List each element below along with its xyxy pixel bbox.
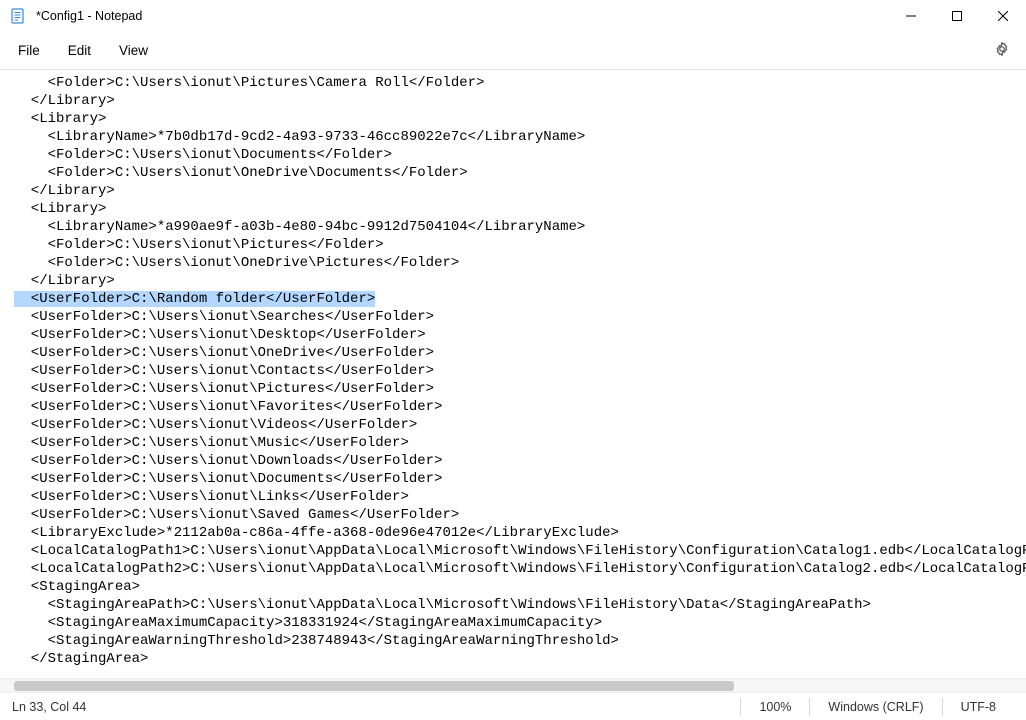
status-zoom[interactable]: 100% bbox=[740, 698, 809, 716]
editor-line[interactable]: <Folder>C:\Users\ionut\Documents</Folder… bbox=[14, 146, 1026, 164]
editor-line[interactable]: <StagingAreaMaximumCapacity>318331924</S… bbox=[14, 614, 1026, 632]
gear-icon bbox=[994, 41, 1010, 57]
editor-line[interactable]: </Library> bbox=[14, 272, 1026, 290]
editor-line[interactable]: <UserFolder>C:\Users\ionut\Documents</Us… bbox=[14, 470, 1026, 488]
editor-line[interactable]: <UserFolder>C:\Users\ionut\Pictures</Use… bbox=[14, 380, 1026, 398]
editor-line[interactable]: <StagingAreaWarningThreshold>238748943</… bbox=[14, 632, 1026, 650]
editor-line[interactable]: <UserFolder>C:\Users\ionut\Links</UserFo… bbox=[14, 488, 1026, 506]
editor-line[interactable]: <UserFolder>C:\Users\ionut\Contacts</Use… bbox=[14, 362, 1026, 380]
editor-line[interactable]: <UserFolder>C:\Random folder</UserFolder… bbox=[14, 290, 1026, 308]
editor-area[interactable]: <Folder>C:\Users\ionut\Pictures\Camera R… bbox=[0, 70, 1026, 678]
title-bar: *Config1 - Notepad bbox=[0, 0, 1026, 32]
editor-line[interactable]: <StagingAreaPath>C:\Users\ionut\AppData\… bbox=[14, 596, 1026, 614]
status-line-ending: Windows (CRLF) bbox=[809, 698, 941, 716]
maximize-button[interactable] bbox=[934, 0, 980, 32]
menu-edit[interactable]: Edit bbox=[54, 37, 105, 64]
editor-line[interactable]: <StagingArea> bbox=[14, 578, 1026, 596]
text-editor[interactable]: <Folder>C:\Users\ionut\Pictures\Camera R… bbox=[0, 70, 1026, 678]
menu-view[interactable]: View bbox=[105, 37, 162, 64]
editor-line[interactable]: <UserFolder>C:\Users\ionut\OneDrive</Use… bbox=[14, 344, 1026, 362]
editor-line[interactable]: <Folder>C:\Users\ionut\Pictures</Folder> bbox=[14, 236, 1026, 254]
editor-line[interactable]: <UserFolder>C:\Users\ionut\Saved Games</… bbox=[14, 506, 1026, 524]
close-button[interactable] bbox=[980, 0, 1026, 32]
notepad-icon bbox=[10, 8, 26, 24]
editor-line[interactable]: <UserFolder>C:\Users\ionut\Favorites</Us… bbox=[14, 398, 1026, 416]
menu-file[interactable]: File bbox=[4, 37, 54, 64]
status-bar: Ln 33, Col 44 100% Windows (CRLF) UTF-8 bbox=[0, 692, 1026, 720]
editor-line[interactable]: <LibraryName>*7b0db17d-9cd2-4a93-9733-46… bbox=[14, 128, 1026, 146]
editor-line[interactable]: <LocalCatalogPath1>C:\Users\ionut\AppDat… bbox=[14, 542, 1026, 560]
editor-line[interactable]: <UserFolder>C:\Users\ionut\Desktop</User… bbox=[14, 326, 1026, 344]
settings-button[interactable] bbox=[982, 35, 1022, 66]
editor-line[interactable]: <LocalCatalogPath2>C:\Users\ionut\AppDat… bbox=[14, 560, 1026, 578]
selected-text[interactable]: <UserFolder>C:\Random folder</UserFolder… bbox=[14, 291, 375, 307]
editor-line[interactable]: <UserFolder>C:\Users\ionut\Videos</UserF… bbox=[14, 416, 1026, 434]
horizontal-scrollbar[interactable] bbox=[0, 678, 1026, 692]
editor-line[interactable]: </StagingArea> bbox=[14, 650, 1026, 668]
editor-line[interactable]: <LibraryName>*a990ae9f-a03b-4e80-94bc-99… bbox=[14, 218, 1026, 236]
menu-bar: File Edit View bbox=[0, 32, 1026, 70]
editor-line[interactable]: </Library> bbox=[14, 92, 1026, 110]
editor-line[interactable]: <UserFolder>C:\Users\ionut\Searches</Use… bbox=[14, 308, 1026, 326]
status-cursor-position: Ln 33, Col 44 bbox=[12, 700, 740, 714]
editor-line[interactable]: <LibraryExclude>*2112ab0a-c86a-4ffe-a368… bbox=[14, 524, 1026, 542]
window-title: *Config1 - Notepad bbox=[36, 9, 888, 23]
scrollbar-thumb[interactable] bbox=[14, 681, 734, 691]
editor-line[interactable]: <Folder>C:\Users\ionut\OneDrive\Document… bbox=[14, 164, 1026, 182]
minimize-button[interactable] bbox=[888, 0, 934, 32]
editor-line[interactable]: <Library> bbox=[14, 110, 1026, 128]
editor-line[interactable]: <UserFolder>C:\Users\ionut\Music</UserFo… bbox=[14, 434, 1026, 452]
editor-line[interactable]: <Folder>C:\Users\ionut\OneDrive\Pictures… bbox=[14, 254, 1026, 272]
editor-line[interactable]: <Library> bbox=[14, 200, 1026, 218]
status-encoding: UTF-8 bbox=[942, 698, 1014, 716]
editor-line[interactable]: <UserFolder>C:\Users\ionut\Downloads</Us… bbox=[14, 452, 1026, 470]
editor-line[interactable]: </Library> bbox=[14, 182, 1026, 200]
editor-line[interactable]: <Folder>C:\Users\ionut\Pictures\Camera R… bbox=[14, 74, 1026, 92]
window-controls bbox=[888, 0, 1026, 32]
